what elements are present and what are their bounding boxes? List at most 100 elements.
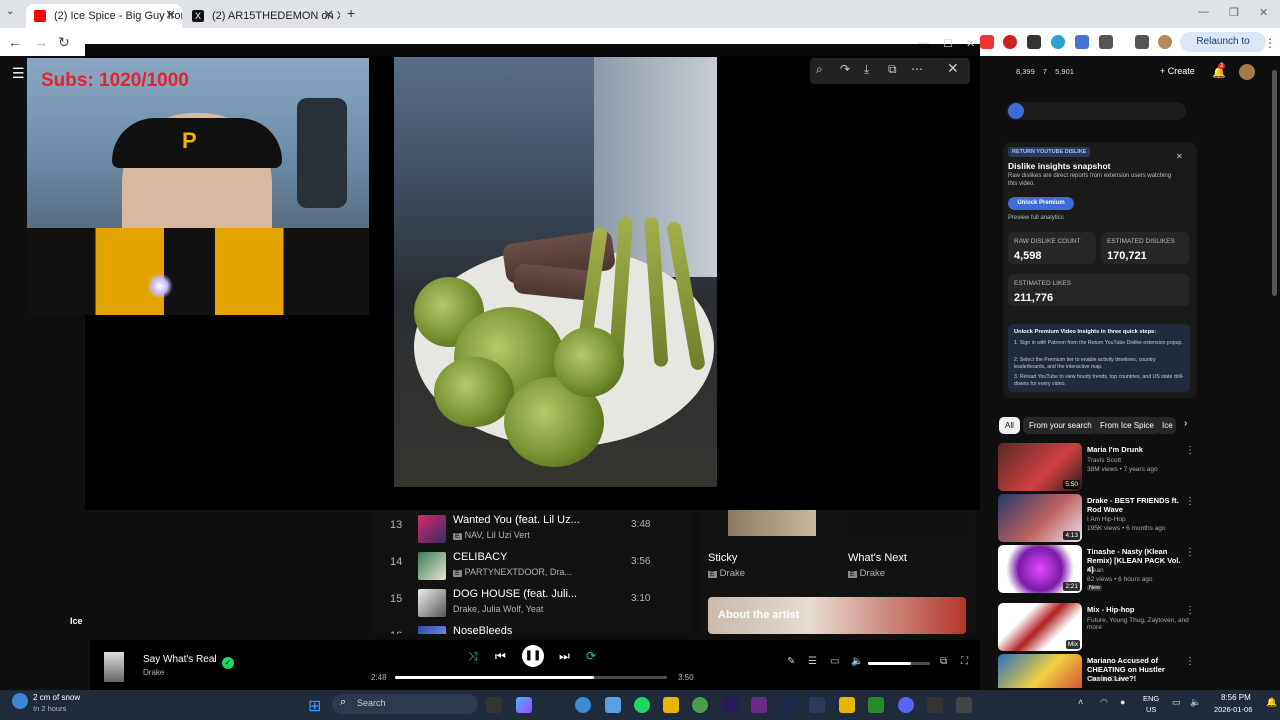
rec-title[interactable]: Maria I'm Drunk bbox=[1087, 445, 1187, 454]
wifi-icon[interactable]: ◠ bbox=[1100, 697, 1108, 708]
rec-channel[interactable]: I Am Hip-Hop bbox=[1087, 516, 1126, 523]
extension-icon[interactable] bbox=[1003, 35, 1017, 49]
now-playing-artist[interactable]: Drake bbox=[143, 668, 164, 677]
playlist-icon[interactable] bbox=[1008, 103, 1024, 119]
edge-icon[interactable] bbox=[575, 697, 591, 713]
track-title[interactable]: NoseBleeds bbox=[453, 625, 512, 634]
hamburger-menu-icon[interactable]: ☰ bbox=[12, 65, 25, 82]
album-cover[interactable] bbox=[728, 510, 816, 536]
queue-icon[interactable]: ☰ bbox=[808, 656, 817, 667]
shuffle-icon[interactable]: ⤨ bbox=[468, 649, 478, 664]
close-tab-icon[interactable]: ✕ bbox=[165, 7, 176, 23]
discord-icon[interactable] bbox=[898, 697, 914, 713]
rec-title[interactable]: Mix - Hip-hop bbox=[1087, 605, 1187, 614]
track-row[interactable]: 13 Wanted You (feat. Lil Uz... E NAV, Lil… bbox=[374, 511, 692, 547]
now-playing-title[interactable]: Say What's Real bbox=[143, 654, 217, 665]
tab-list-icon[interactable]: ⌄ bbox=[6, 6, 14, 17]
app-icon[interactable] bbox=[809, 697, 825, 713]
app-icon[interactable] bbox=[839, 697, 855, 713]
fullscreen-icon[interactable]: ⛶ bbox=[961, 656, 968, 667]
zoom-icon[interactable]: ⌕ bbox=[816, 62, 823, 77]
rec-title[interactable]: Drake - BEST FRIENDS ft. Rod Wave bbox=[1087, 496, 1187, 514]
chip-ice[interactable]: Ice bbox=[1156, 417, 1176, 434]
preview-analytics-link[interactable]: Preview full analytics bbox=[1008, 215, 1064, 221]
album-title[interactable]: What's Next bbox=[848, 552, 907, 564]
tray-overflow-icon[interactable]: ˄ bbox=[1078, 697, 1083, 707]
devices-icon[interactable]: ▭ bbox=[830, 656, 839, 667]
album-artist[interactable]: E Drake bbox=[848, 568, 885, 579]
unlock-premium-button[interactable]: Unlock Premium bbox=[1008, 197, 1074, 210]
track-title[interactable]: DOG HOUSE (feat. Juli... bbox=[453, 588, 577, 600]
mic-icon[interactable]: ● bbox=[1120, 697, 1125, 707]
extension-icon[interactable] bbox=[1075, 35, 1089, 49]
next-icon[interactable]: ⏭ bbox=[559, 649, 570, 664]
close-window-icon[interactable]: ✕ bbox=[1259, 6, 1268, 19]
minimize-icon[interactable]: — bbox=[1198, 6, 1209, 18]
close-tab-icon[interactable]: ✕ bbox=[323, 7, 334, 23]
weather-icon[interactable] bbox=[12, 693, 28, 709]
chip-from-search[interactable]: From your search bbox=[1023, 417, 1098, 434]
liked-check-icon[interactable]: ✓ bbox=[222, 657, 234, 669]
track-artists[interactable]: E NAV, Lil Uzi Vert bbox=[453, 530, 530, 540]
volume-icon[interactable]: 🔈 bbox=[851, 656, 863, 667]
clock-time[interactable]: 8:56 PM bbox=[1221, 693, 1251, 702]
windows-start-icon[interactable]: ⊞ bbox=[308, 696, 321, 716]
maximize-icon[interactable]: ☐ bbox=[943, 37, 953, 50]
taskbar-search[interactable]: ⌕ Search bbox=[332, 694, 478, 714]
extension-icon[interactable] bbox=[1027, 35, 1041, 49]
profile-avatar[interactable] bbox=[1158, 35, 1172, 49]
chrome-icon[interactable] bbox=[692, 697, 708, 713]
rec-item[interactable]: 5:50 Maria I'm Drunk Travis Scott 38M vi… bbox=[998, 443, 1198, 491]
chip-all[interactable]: All bbox=[999, 417, 1020, 434]
miniplayer-icon[interactable]: ⧉ bbox=[940, 656, 947, 667]
open-external-icon[interactable]: ⧉ bbox=[888, 62, 897, 77]
rec-item[interactable]: 2:21 Tinashe - Nasty (Klean Remix) [KLEA… bbox=[998, 545, 1198, 593]
media-control-icon[interactable] bbox=[1135, 35, 1149, 49]
rec-channel[interactable]: Travis Scott bbox=[1087, 457, 1121, 464]
share-icon[interactable]: ↷ bbox=[840, 62, 850, 76]
volume-slider[interactable] bbox=[868, 662, 930, 665]
app-icon[interactable] bbox=[956, 697, 972, 713]
close-icon[interactable]: ✕ bbox=[1176, 152, 1183, 161]
lyrics-icon[interactable]: ✎ bbox=[787, 656, 795, 667]
maximize-icon[interactable]: ❐ bbox=[1229, 6, 1239, 19]
tab-x[interactable]: X (2) AR15THEDEMON on X: "Mc ✕ bbox=[184, 4, 340, 28]
extension-icon[interactable] bbox=[1051, 35, 1065, 49]
rec-channel[interactable]: Future, Young Thug, Zaytoven, and more bbox=[1087, 617, 1198, 631]
task-view-icon[interactable] bbox=[486, 697, 502, 713]
rec-item[interactable]: Mix Mix - Hip-hop Future, Young Thug, Za… bbox=[998, 603, 1198, 651]
close-viewer-icon[interactable]: ✕ bbox=[947, 60, 959, 77]
more-options-icon[interactable]: ⋮ bbox=[1185, 605, 1195, 616]
browser-menu-icon[interactable]: ⋮ bbox=[1264, 36, 1276, 50]
album-artist[interactable]: E Drake bbox=[708, 568, 745, 579]
lang-label[interactable]: ENG bbox=[1143, 694, 1159, 703]
track-artists[interactable]: E PARTYNEXTDOOR, Dra... bbox=[453, 567, 572, 577]
page-scrollbar[interactable] bbox=[1272, 70, 1277, 296]
close-window-icon[interactable]: ✕ bbox=[966, 37, 975, 50]
forward-icon[interactable]: → bbox=[34, 34, 48, 50]
speaker-icon[interactable]: 🔈 bbox=[1190, 697, 1201, 708]
more-options-icon[interactable]: ⋮ bbox=[1185, 445, 1195, 456]
clock-date[interactable]: 2026-01-06 bbox=[1214, 705, 1252, 714]
premiere-icon[interactable] bbox=[722, 697, 738, 713]
region-label[interactable]: US bbox=[1146, 705, 1156, 714]
thumbnail[interactable] bbox=[998, 654, 1082, 688]
previous-icon[interactable]: ⏮ bbox=[495, 649, 506, 664]
chevron-right-icon[interactable]: › bbox=[1184, 418, 1187, 429]
puzzle-icon[interactable] bbox=[1099, 35, 1113, 49]
network-icon[interactable]: ▭ bbox=[1172, 697, 1181, 708]
back-icon[interactable]: ← bbox=[8, 34, 22, 50]
more-options-icon[interactable]: ⋮ bbox=[1185, 547, 1195, 558]
track-artists[interactable]: Drake, Julia Wolf, Yeat bbox=[453, 604, 543, 614]
rec-channel[interactable]: Charlie Carrel bbox=[1087, 676, 1127, 683]
minimize-icon[interactable]: — bbox=[918, 37, 929, 49]
relaunch-button[interactable]: Relaunch to update bbox=[1180, 32, 1266, 67]
progress-bar[interactable] bbox=[395, 676, 667, 679]
chip-from-ice-spice[interactable]: From Ice Spice bbox=[1094, 417, 1160, 434]
repeat-icon[interactable]: ⟳ bbox=[586, 649, 596, 663]
app-icon[interactable] bbox=[927, 697, 943, 713]
weather-temp[interactable]: 2 cm of snow bbox=[33, 693, 80, 702]
track-row[interactable]: 14 CELIBACY E PARTYNEXTDOOR, Dra... 3:56 bbox=[374, 548, 692, 584]
now-playing-art[interactable] bbox=[104, 652, 124, 682]
pause-button[interactable]: ❚❚ bbox=[522, 645, 544, 667]
